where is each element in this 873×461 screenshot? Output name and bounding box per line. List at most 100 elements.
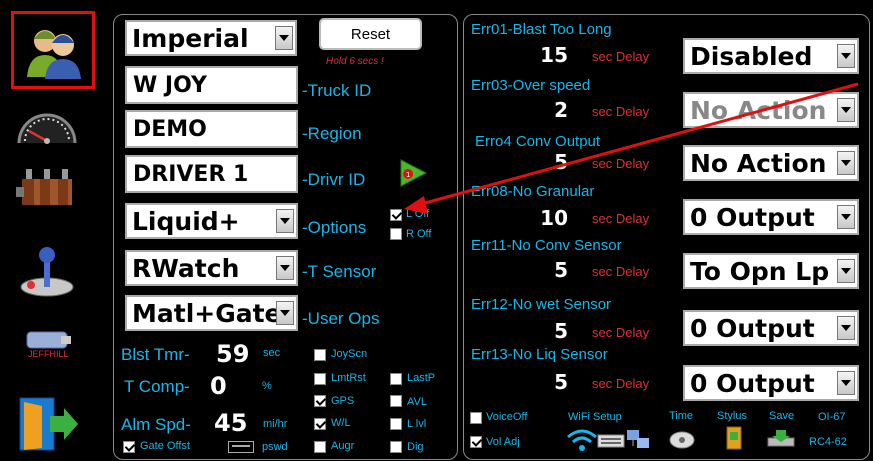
error-action-value: 0 Output bbox=[690, 368, 815, 398]
usb-label: JEFFHILL bbox=[28, 349, 69, 359]
clock-icon[interactable] bbox=[668, 428, 696, 454]
chevron-down-icon bbox=[275, 26, 293, 50]
error-title: Erro4 Conv Output bbox=[475, 133, 601, 150]
avl-checkbox[interactable] bbox=[390, 395, 402, 407]
delay-label: sec Delay bbox=[592, 325, 650, 340]
user-ops-dropdown[interactable]: Matl+Gate bbox=[125, 295, 298, 331]
joystick-icon[interactable] bbox=[14, 240, 80, 302]
delay-label: sec Delay bbox=[592, 49, 650, 64]
vol-adj-checkbox[interactable] bbox=[470, 436, 482, 448]
chevron-down-icon bbox=[276, 209, 294, 233]
options-dropdown[interactable]: Liquid+ bbox=[125, 203, 298, 239]
units-value: Imperial bbox=[132, 23, 249, 53]
chevron-down-icon bbox=[837, 371, 855, 395]
error-action-dropdown[interactable]: No Action bbox=[683, 145, 859, 181]
region-field[interactable]: DEMO bbox=[125, 110, 298, 148]
error-delay[interactable]: 5 bbox=[528, 150, 568, 174]
alm-spd-value[interactable]: 45 bbox=[214, 409, 247, 437]
keyboard-icon[interactable] bbox=[597, 433, 625, 453]
lastp-label: LastP bbox=[407, 372, 436, 384]
options-value: Liquid+ bbox=[132, 206, 240, 236]
r-off-checkbox[interactable] bbox=[390, 228, 402, 240]
play-icon[interactable]: 1 bbox=[398, 158, 428, 192]
lmtrst-checkbox[interactable] bbox=[314, 373, 326, 385]
t-comp-label: T Comp- bbox=[124, 377, 190, 396]
oi-version: OI-67 bbox=[818, 411, 846, 423]
valve-block-icon[interactable] bbox=[14, 160, 80, 222]
options-label: -Options bbox=[302, 218, 367, 237]
augr-checkbox[interactable] bbox=[314, 441, 326, 453]
stylus-label: Stylus bbox=[717, 410, 747, 422]
joyscn-checkbox[interactable] bbox=[314, 349, 326, 361]
users-icon[interactable] bbox=[20, 18, 86, 80]
error-delay[interactable]: 10 bbox=[528, 206, 568, 230]
error-title: Err11-No Conv Sensor bbox=[471, 237, 622, 254]
wifi-icon[interactable] bbox=[565, 427, 599, 457]
error-delay[interactable]: 5 bbox=[528, 370, 568, 394]
error-action-value: No Action bbox=[690, 95, 827, 125]
gate-offst-checkbox[interactable] bbox=[123, 441, 135, 453]
chevron-down-icon bbox=[837, 98, 855, 122]
driver-id-label: -Drivr ID bbox=[302, 170, 366, 189]
error-action-value: No Action bbox=[690, 148, 827, 178]
user-ops-label: -User Ops bbox=[302, 309, 380, 328]
blst-tmr-value[interactable]: 59 bbox=[216, 340, 249, 368]
speedometer-icon[interactable] bbox=[14, 95, 80, 157]
error-action-value: 0 Output bbox=[690, 313, 815, 343]
reset-hint: Hold 6 secs ! bbox=[326, 56, 384, 67]
chevron-down-icon bbox=[837, 44, 855, 68]
error-delay[interactable]: 5 bbox=[528, 258, 568, 282]
stylus-icon[interactable] bbox=[726, 426, 742, 454]
save-label: Save bbox=[769, 410, 795, 422]
network-icon[interactable] bbox=[625, 428, 651, 454]
save-icon[interactable] bbox=[766, 428, 796, 454]
truck-id-field[interactable]: W JOY bbox=[125, 66, 298, 104]
dig-checkbox[interactable] bbox=[390, 441, 402, 453]
error-title: Err13-No Liq Sensor bbox=[471, 346, 608, 363]
t-comp-unit: % bbox=[262, 380, 272, 392]
gps-checkbox[interactable] bbox=[314, 395, 326, 407]
gate-offst-label: Gate Offst bbox=[140, 440, 190, 452]
usb-drive-icon[interactable] bbox=[14, 315, 80, 377]
driver-id-field[interactable]: DRIVER 1 bbox=[125, 155, 298, 193]
voice-off-label: VoiceOff bbox=[486, 411, 528, 423]
delay-label: sec Delay bbox=[592, 156, 650, 171]
error-action-dropdown[interactable]: Disabled bbox=[683, 38, 859, 74]
error-delay[interactable]: 15 bbox=[528, 43, 568, 67]
t-sensor-dropdown[interactable]: RWatch bbox=[125, 250, 298, 286]
error-delay[interactable]: 2 bbox=[528, 98, 568, 122]
error-action-dropdown[interactable]: 0 Output bbox=[683, 365, 859, 401]
lastp-checkbox[interactable] bbox=[390, 373, 402, 385]
exit-door-icon[interactable] bbox=[14, 393, 80, 455]
chevron-down-icon bbox=[837, 259, 855, 283]
reset-button[interactable]: Reset bbox=[319, 18, 422, 50]
error-action-dropdown[interactable]: 0 Output bbox=[683, 199, 859, 235]
error-action-value: 0 Output bbox=[690, 202, 815, 232]
augr-label: Augr bbox=[331, 440, 355, 452]
llvl-label: L lvl bbox=[407, 418, 427, 430]
l-off-label: L Off bbox=[406, 208, 430, 220]
error-action-dropdown[interactable]: 0 Output bbox=[683, 310, 859, 346]
keyboard-icon[interactable] bbox=[228, 441, 254, 453]
delay-label: sec Delay bbox=[592, 264, 650, 279]
alm-spd-label: Alm Spd- bbox=[121, 415, 191, 434]
chevron-down-icon bbox=[276, 256, 294, 280]
error-action-dropdown[interactable]: To Opn Lp bbox=[683, 253, 859, 289]
chevron-down-icon bbox=[837, 151, 855, 175]
reset-label: Reset bbox=[350, 25, 391, 43]
error-delay[interactable]: 5 bbox=[528, 319, 568, 343]
vol-adj-label: Vol Adj bbox=[486, 436, 520, 448]
pswd-label: pswd bbox=[262, 441, 288, 453]
units-dropdown[interactable]: Imperial bbox=[125, 20, 297, 56]
blst-tmr-unit: sec bbox=[263, 347, 281, 359]
r-off-label: R Off bbox=[406, 228, 432, 240]
l-off-checkbox[interactable] bbox=[390, 209, 402, 221]
error-title: Err03-Over speed bbox=[471, 77, 591, 94]
llvl-checkbox[interactable] bbox=[390, 418, 402, 430]
voice-off-checkbox[interactable] bbox=[470, 412, 482, 424]
wl-checkbox[interactable] bbox=[314, 418, 326, 430]
rc-version: RC4-62 bbox=[809, 436, 847, 448]
wl-label: W/L bbox=[331, 417, 351, 429]
t-comp-value[interactable]: 0 bbox=[210, 372, 227, 400]
user-ops-value: Matl+Gate bbox=[132, 298, 282, 328]
